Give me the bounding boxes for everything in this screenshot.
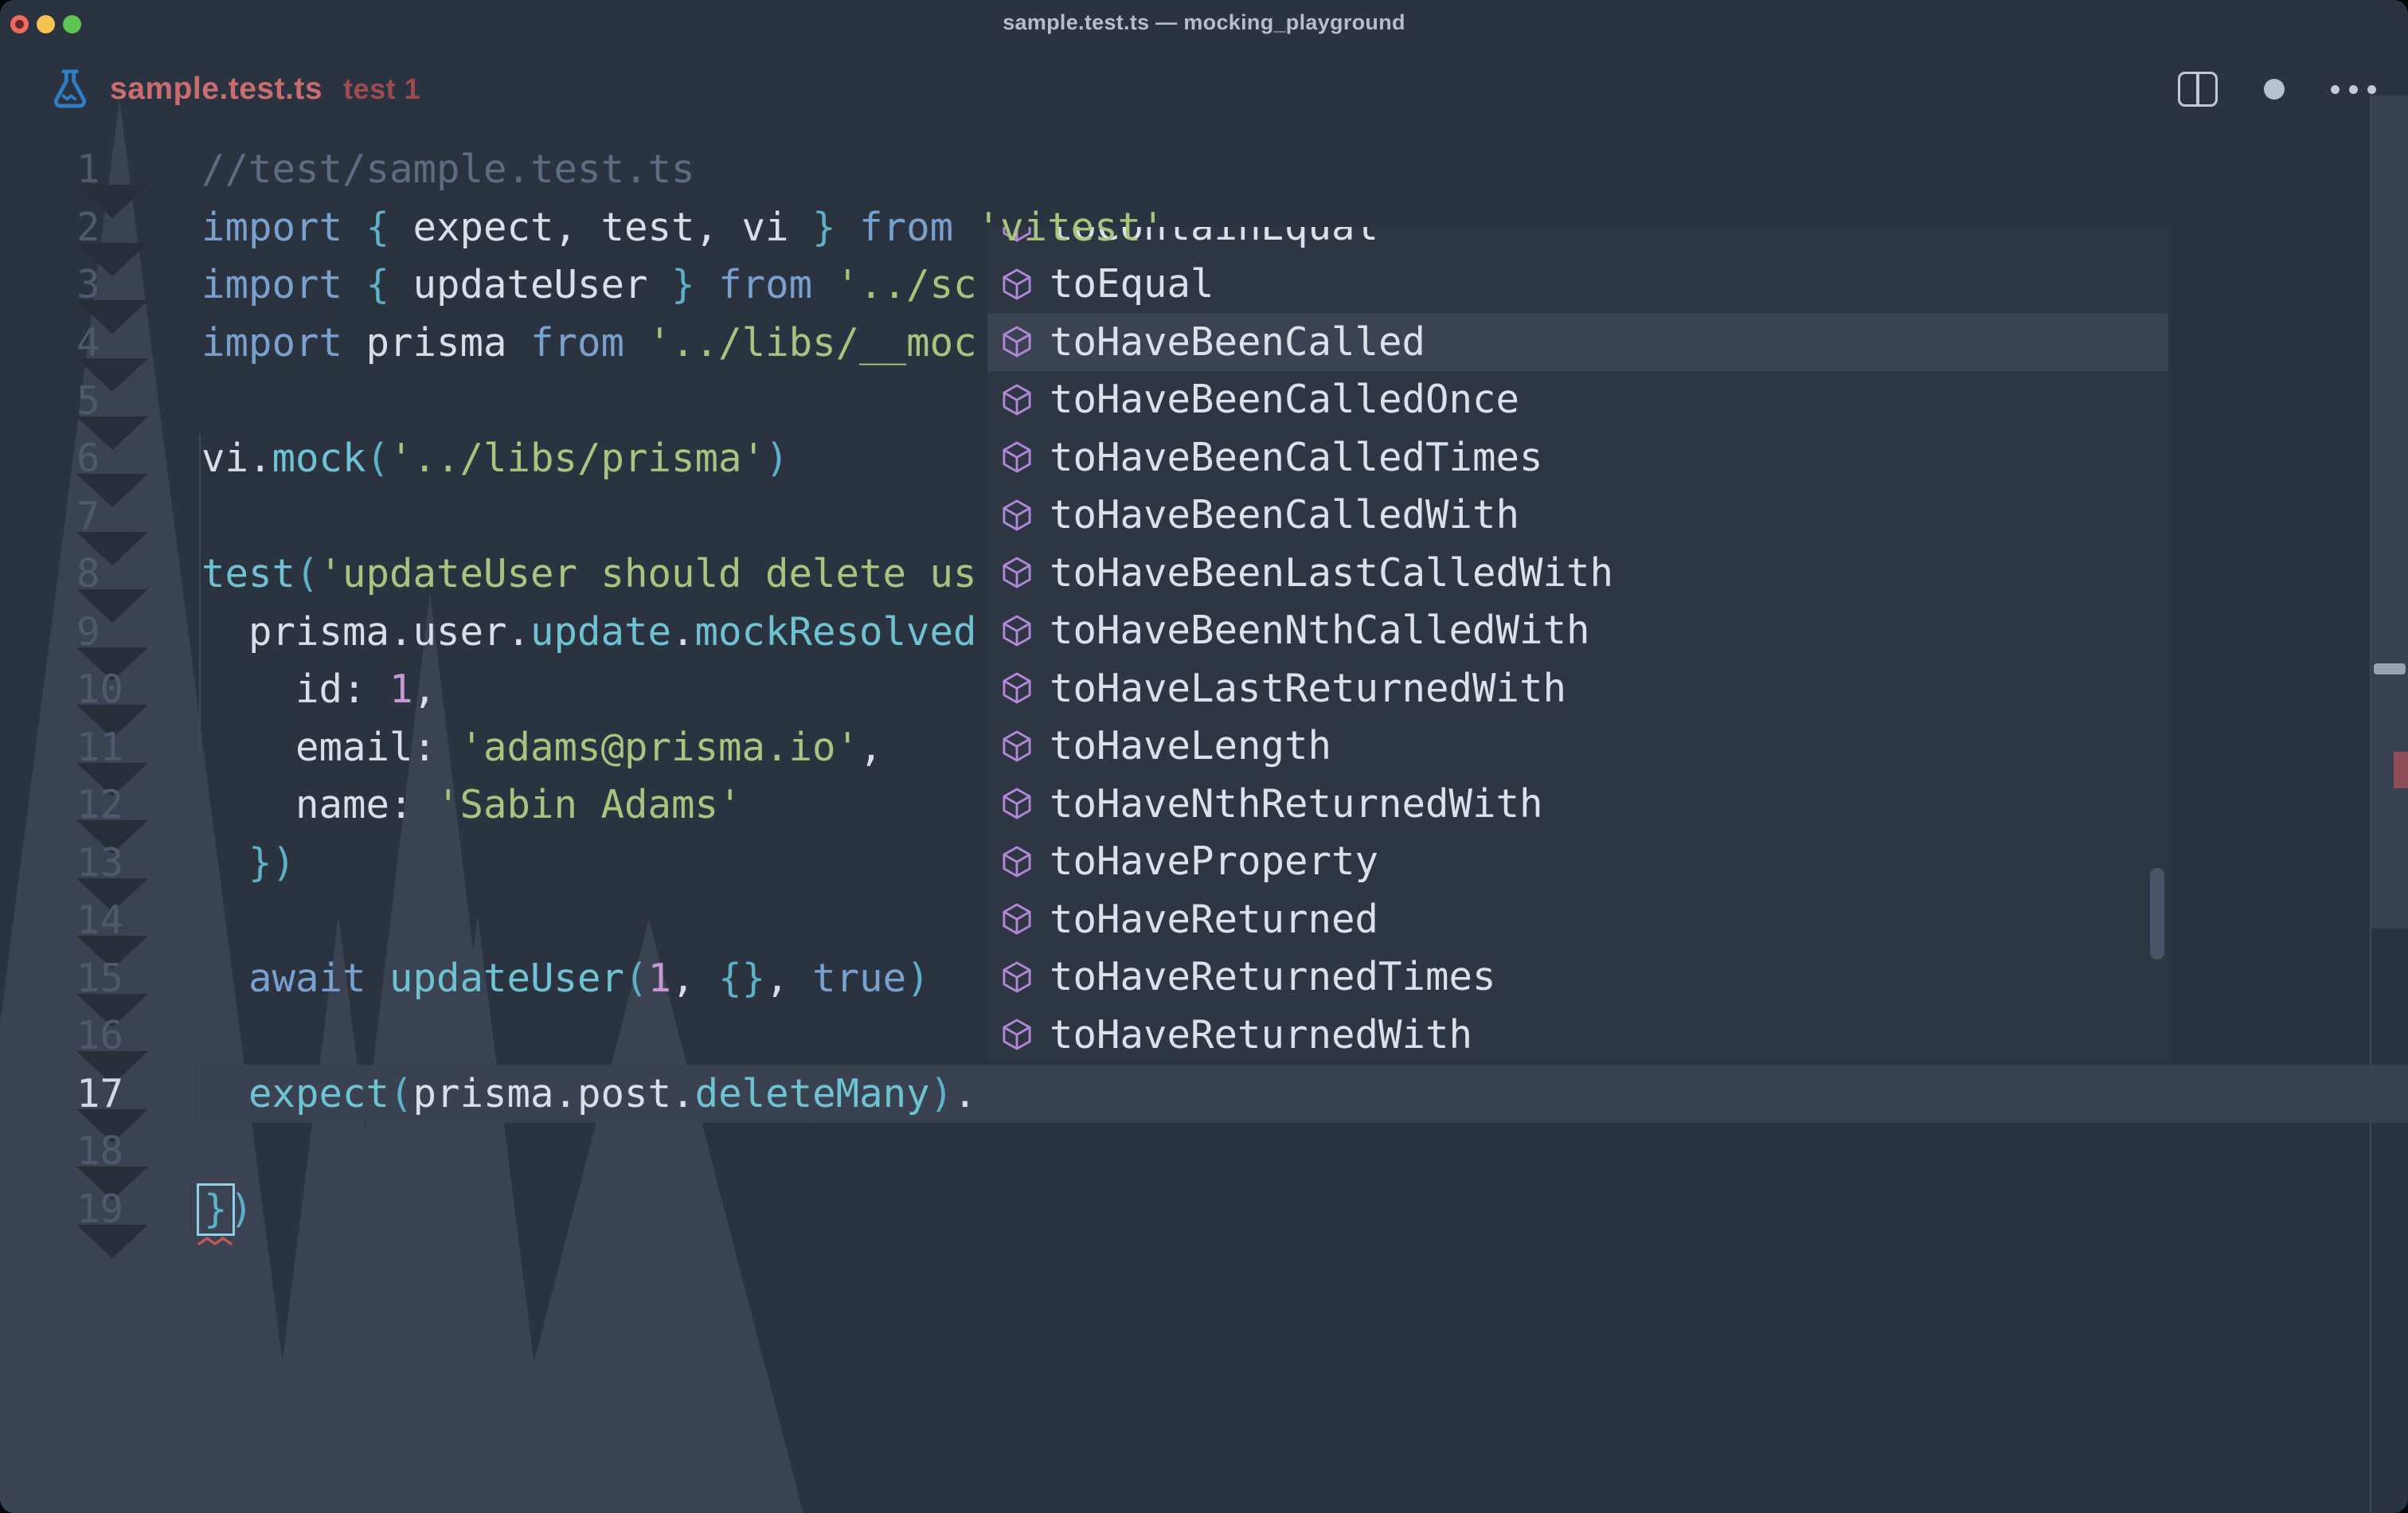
completion-item[interactable]: toHaveProperty — [987, 833, 2168, 891]
line-number: 5 — [76, 372, 150, 430]
completion-label: toHaveBeenCalled — [1050, 319, 1425, 365]
line-number: 14 — [76, 891, 150, 949]
completion-label: toHaveBeenCalledTimes — [1050, 435, 1543, 480]
line-number: 11 — [76, 718, 150, 776]
completion-label: toHaveLastReturnedWith — [1050, 666, 1566, 711]
cube-icon — [999, 381, 1035, 418]
cube-icon — [999, 554, 1035, 591]
completion-label: toHaveLength — [1050, 723, 1331, 768]
line-number: 17 — [76, 1065, 150, 1123]
autocomplete-popup: toContainEqualtoEqualtoHaveBeenCalledtoH… — [987, 227, 2168, 1060]
completion-item[interactable]: toHaveLastReturnedWith — [987, 659, 2168, 717]
line-number: 19 — [76, 1180, 150, 1238]
line-number: 4 — [76, 314, 150, 372]
completion-item[interactable]: toHaveReturnedTimes — [987, 948, 2168, 1007]
record-dot-button[interactable] — [2264, 79, 2285, 100]
tab-bar: sample.test.ts test 1 — [0, 49, 2408, 129]
line-number: 12 — [76, 776, 150, 834]
code-line-19[interactable]: 19}) — [0, 1180, 2408, 1238]
cube-icon — [999, 612, 1035, 649]
completion-item[interactable]: toHaveBeenCalled — [987, 313, 2168, 371]
code-line-18[interactable]: 18 — [0, 1122, 2408, 1180]
line-number: 2 — [76, 198, 150, 256]
cube-icon — [999, 1016, 1035, 1053]
line-number: 1 — [76, 140, 150, 198]
completion-label: toHaveBeenLastCalledWith — [1050, 550, 1613, 596]
code-text: }) — [201, 1180, 253, 1238]
bracket-match-box: } — [197, 1183, 235, 1236]
line-number: 18 — [76, 1122, 150, 1180]
completion-item[interactable]: toHaveNthReturnedWith — [987, 775, 2168, 833]
code-line-1[interactable]: 1 //test/sample.test.ts — [0, 140, 2408, 198]
completion-label: toHaveReturnedWith — [1050, 1012, 1472, 1058]
split-view-button[interactable] — [2178, 72, 2218, 107]
error-squiggle-icon — [197, 1235, 235, 1246]
minimize-button[interactable] — [37, 15, 55, 33]
code-text: import { expect, test, vi } from 'vitest… — [201, 198, 1165, 256]
line-number: 9 — [76, 603, 150, 661]
line-number: 7 — [76, 487, 150, 545]
completion-item[interactable]: toHaveLength — [987, 717, 2168, 776]
completion-item[interactable]: toEqual — [987, 256, 2168, 314]
autocomplete-scrollbar[interactable] — [2150, 868, 2164, 960]
completion-label: toHaveReturned — [1050, 897, 1378, 942]
line-number: 15 — [76, 949, 150, 1007]
completion-label: toHaveNthReturnedWith — [1050, 781, 1543, 827]
cube-icon — [999, 497, 1035, 534]
code-text: test('updateUser should delete us — [201, 545, 977, 603]
close-button[interactable] — [10, 15, 29, 33]
code-line-2[interactable]: 2 import { expect, test, vi } from 'vites… — [0, 198, 2408, 256]
completion-item[interactable]: toHaveReturned — [987, 890, 2168, 948]
tab-filename: sample.test.ts — [110, 72, 322, 107]
cube-icon — [999, 959, 1035, 995]
cube-icon — [999, 728, 1035, 764]
editor-window: sample.test.ts — mocking_playground samp… — [0, 0, 2408, 1513]
cube-icon — [999, 785, 1035, 822]
window-title: sample.test.ts — mocking_playground — [0, 0, 2408, 45]
completion-item[interactable]: toHaveBeenCalledOnce — [987, 371, 2168, 429]
cube-icon — [999, 439, 1035, 475]
line-number: 6 — [76, 429, 150, 487]
code-text: }) — [201, 834, 295, 892]
line-number: 10 — [76, 660, 150, 718]
completion-label: toHaveBeenNthCalledWith — [1050, 608, 1590, 653]
line-number: 8 — [76, 545, 150, 603]
completion-label: toEqual — [1050, 261, 1214, 307]
completion-item[interactable]: toHaveBeenLastCalledWith — [987, 544, 2168, 602]
code-text: expect(prisma.post.deleteMany). — [201, 1065, 977, 1123]
code-text: import prisma from '../libs/__moc — [201, 314, 977, 372]
completion-item[interactable]: toHaveReturnedWith — [987, 1006, 2168, 1060]
titlebar: sample.test.ts — mocking_playground — [0, 0, 2408, 45]
code-text: //test/sample.test.ts — [201, 140, 695, 198]
tab-status: test 1 — [343, 72, 420, 106]
code-text: name: 'Sabin Adams' — [201, 776, 742, 834]
cube-icon — [999, 670, 1035, 706]
code-text: vi.mock('../libs/prisma') — [201, 429, 789, 487]
flask-icon — [48, 65, 92, 114]
completion-item[interactable]: toHaveBeenCalledWith — [987, 487, 2168, 545]
code-text: import { updateUser } from '../sc — [201, 256, 977, 314]
code-text: id: 1, — [201, 660, 436, 718]
completion-label: toHaveBeenCalledOnce — [1050, 377, 1519, 422]
tab-sample-test[interactable]: sample.test.ts test 1 — [48, 49, 420, 129]
completion-item[interactable]: toHaveBeenNthCalledWith — [987, 602, 2168, 660]
code-text: email: 'adams@prisma.io', — [201, 718, 883, 776]
completion-item[interactable]: toHaveBeenCalledTimes — [987, 428, 2168, 487]
cube-icon — [999, 843, 1035, 880]
completion-label: toHaveProperty — [1050, 839, 1378, 884]
cube-icon — [999, 266, 1035, 303]
completion-label: toHaveReturnedTimes — [1050, 954, 1496, 999]
ellipsis-menu-button[interactable] — [2331, 85, 2376, 94]
code-text: prisma.user.update.mockResolved — [201, 603, 977, 661]
cube-icon — [999, 323, 1035, 360]
line-number: 13 — [76, 834, 150, 892]
zoom-button[interactable] — [63, 15, 81, 33]
completion-label: toHaveBeenCalledWith — [1050, 492, 1519, 538]
cube-icon — [999, 901, 1035, 937]
code-text: await updateUser(1, {}, true) — [201, 949, 930, 1007]
code-line-17[interactable]: 17 expect(prisma.post.deleteMany). — [0, 1065, 2408, 1123]
line-number: 16 — [76, 1007, 150, 1065]
